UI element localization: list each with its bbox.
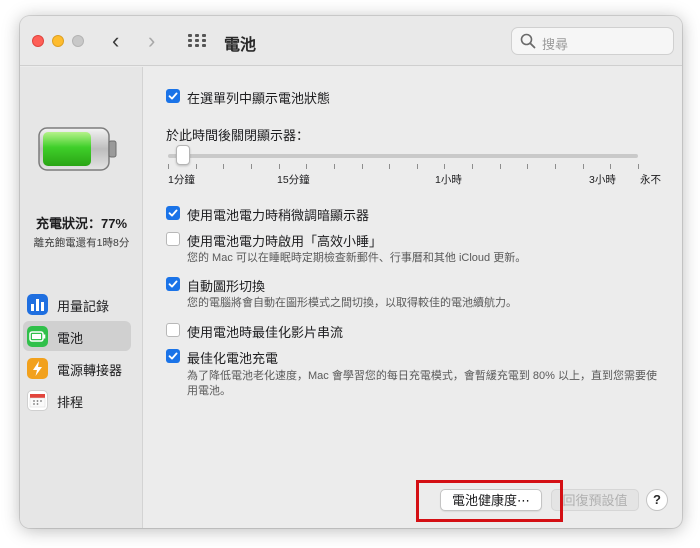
power-adapter-icon xyxy=(27,358,48,379)
sidebar-item-label: 電源轉接器 xyxy=(57,363,123,378)
power-nap-description: 您的 Mac 可以在睡眠時定期檢查新郵件、行事曆和其他 iCloud 更新。 xyxy=(187,252,527,264)
slider-tick xyxy=(527,164,528,169)
power-nap-label: 使用電池電力時啟用「高效小睡」 xyxy=(187,234,383,249)
battery-level-icon xyxy=(38,127,117,171)
dim-display-label: 使用電池電力時稍微調暗顯示器 xyxy=(187,208,370,223)
graphics-switching-label: 自動圖形切換 xyxy=(187,279,266,294)
sidebar-item-schedule[interactable]: 排程 xyxy=(23,385,131,415)
toolbar: ‹ › 電池 搜尋 xyxy=(20,16,682,66)
slider-tick xyxy=(610,164,611,169)
sidebar-item-label: 排程 xyxy=(57,395,84,410)
forward-button[interactable]: › xyxy=(148,28,155,54)
slider-tick xyxy=(196,164,197,169)
slider-tick-label: 15分鐘 xyxy=(277,174,310,186)
sidebar-item-label: 用量記錄 xyxy=(57,299,110,314)
slider-tick xyxy=(334,164,335,169)
optimize-video-label: 使用電池時最佳化影片串流 xyxy=(187,325,344,340)
time-to-full: 離充飽電還有1時8分 xyxy=(33,237,130,249)
sidebar-item-battery[interactable]: 電池 xyxy=(23,321,131,351)
battery-icon xyxy=(27,326,48,347)
checkmark-icon xyxy=(168,209,178,217)
checkmark-icon xyxy=(168,352,178,360)
slider-tick xyxy=(223,164,224,169)
slider-tick xyxy=(500,164,501,169)
sidebar-item-power-adapter[interactable]: 電源轉接器 xyxy=(23,353,131,383)
checkbox-graphics-switching[interactable] xyxy=(166,277,180,291)
slider-tick-label: 1分鐘 xyxy=(168,174,195,186)
show-all-grid-icon[interactable] xyxy=(188,34,206,48)
usage-history-icon xyxy=(27,294,48,315)
minimize-button[interactable] xyxy=(52,35,64,47)
checkbox-optimized-charging[interactable] xyxy=(166,349,180,363)
help-button[interactable]: ? xyxy=(646,489,668,511)
checkbox-dim-display[interactable] xyxy=(166,206,180,220)
sidebar: 充電狀況：77% 離充飽電還有1時8分 用量記錄 電池 電源轉接器 排程 xyxy=(20,67,143,528)
sidebar-item-label: 電池 xyxy=(57,331,84,346)
close-button[interactable] xyxy=(32,35,44,47)
charge-status: 充電狀況：77% xyxy=(35,216,128,231)
window-title: 電池 xyxy=(224,37,257,54)
search-field[interactable]: 搜尋 xyxy=(511,27,674,55)
checkbox-optimize-video[interactable] xyxy=(166,323,180,337)
optimized-charging-label: 最佳化電池充電 xyxy=(187,351,279,366)
schedule-icon xyxy=(27,390,48,411)
display-off-slider-thumb[interactable] xyxy=(176,145,190,165)
slider-tick-label: 1小時 xyxy=(435,174,462,186)
zoom-button[interactable] xyxy=(72,35,84,47)
slider-tick xyxy=(444,164,445,169)
slider-tick xyxy=(389,164,390,169)
slider-tick xyxy=(306,164,307,169)
back-button[interactable]: ‹ xyxy=(112,28,119,54)
slider-tick xyxy=(279,164,280,169)
slider-tick xyxy=(362,164,363,169)
restore-defaults-button[interactable]: 回復預設值 xyxy=(551,489,639,511)
highlight-annotation-box xyxy=(416,480,563,522)
display-off-label: 於此時間後關閉顯示器： xyxy=(166,128,310,143)
checkmark-icon xyxy=(168,92,178,100)
slider-tick xyxy=(555,164,556,169)
checkbox-show-in-menu-bar[interactable] xyxy=(166,89,180,103)
slider-tick xyxy=(251,164,252,169)
slider-tick xyxy=(168,164,169,169)
graphics-switching-description: 您的電腦將會自動在圖形模式之間切換，以取得較佳的電池續航力。 xyxy=(187,297,517,309)
slider-tick xyxy=(583,164,584,169)
slider-tick xyxy=(638,164,639,169)
search-placeholder: 搜尋 xyxy=(542,37,569,52)
optimized-charging-description-line2: 用電池。 xyxy=(187,385,231,397)
show-in-menu-bar-label: 在選單列中顯示電池狀態 xyxy=(187,91,331,106)
preferences-window: ‹ › 電池 搜尋 充電狀況：77% 離充飽電還有1時8分 用量記錄 電池 電源… xyxy=(20,16,682,528)
checkmark-icon xyxy=(168,280,178,288)
slider-tick xyxy=(417,164,418,169)
display-off-slider-track[interactable] xyxy=(168,154,638,158)
sidebar-item-usage-history[interactable]: 用量記錄 xyxy=(23,289,131,319)
search-icon xyxy=(520,33,536,49)
slider-tick-label: 3小時 xyxy=(589,174,616,186)
checkbox-power-nap[interactable] xyxy=(166,232,180,246)
optimized-charging-description-line1: 為了降低電池老化速度，Mac 會學習您的每日充電模式，會暫緩充電到 80% 以上… xyxy=(187,370,657,382)
slider-tick-label: 永不 xyxy=(640,174,661,186)
slider-tick xyxy=(472,164,473,169)
